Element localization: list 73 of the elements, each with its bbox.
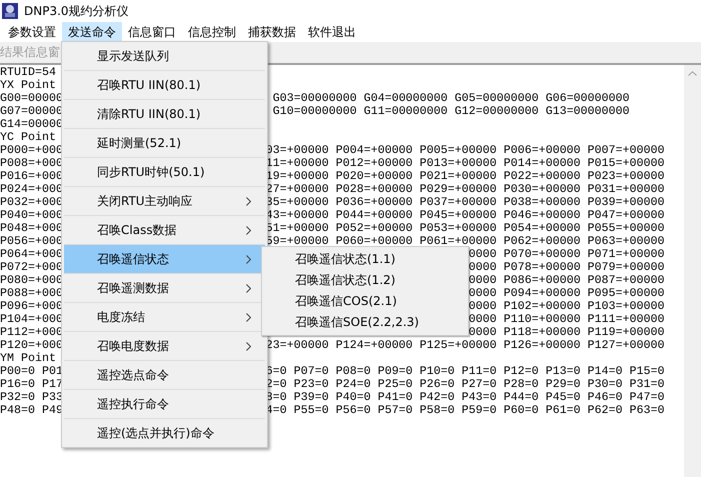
- menu-bar-item[interactable]: 软件退出: [302, 22, 362, 42]
- menu-item[interactable]: 遥控(选点并执行)命令: [64, 419, 265, 447]
- console-text: P16=0 P17: [0, 378, 63, 391]
- console-text: 35=+00000 P036=+00000 P037=+00000 P038=+00000 P039=+00000: [266, 196, 664, 209]
- section-header: YX Point: [0, 78, 56, 92]
- console-text: 51=+00000 P052=+00000 P053=+00000 P054=+00000 P055=+00000: [266, 222, 664, 235]
- menu-item[interactable]: 显示发送队列: [64, 42, 265, 71]
- menu-bar-item[interactable]: 信息窗口: [122, 22, 182, 42]
- console-text: P016=+000: [0, 170, 63, 183]
- section-header: YM Point: [0, 351, 56, 365]
- console-text: 0000 P078=+00000 P079=+00000: [468, 261, 664, 274]
- console-text: P080=+000: [0, 274, 63, 287]
- console-text: P048=+000: [0, 222, 63, 235]
- console-text: 19=+00000 P020=+00000 P021=+00000 P022=+00000 P023=+00000: [266, 170, 664, 183]
- console-text: P040=+000: [0, 209, 63, 222]
- console-text: P032=+000: [0, 196, 63, 209]
- console-text: P064=+000: [0, 248, 63, 261]
- console-text: P112=+000: [0, 326, 63, 339]
- menu-item[interactable]: 遥控执行命令: [64, 390, 265, 419]
- console-text: 0000 P070=+00000 P071=+00000: [468, 248, 664, 261]
- console-text: G00=00000: [0, 92, 63, 105]
- scrollbar[interactable]: [684, 65, 701, 477]
- chevron-icon: [246, 342, 251, 350]
- menu-item[interactable]: 关闭RTU主动响应: [64, 187, 265, 216]
- menu-item[interactable]: 召唤遥信状态(1.1): [262, 249, 468, 270]
- chevron-icon: [246, 254, 251, 264]
- console-text: P000=+000: [0, 144, 63, 157]
- console-text: P088=+000: [0, 287, 63, 300]
- console-text: P008=+000: [0, 157, 63, 170]
- menu-item[interactable]: 延时测量(52.1): [64, 129, 265, 158]
- console-text: 11=+00000 P012=+00000 P013=+00000 P014=+00000 P015=+00000: [266, 157, 664, 170]
- console-line: RTUID=54: [0, 65, 56, 79]
- window-title: DNP3.0规约分析仪: [24, 2, 129, 20]
- menu-item[interactable]: 召唤遥信状态(1.2): [262, 270, 468, 291]
- console-text: 23=+00000 P124=+00000 P125=+00000 P126=+00000 P127=+00000: [266, 339, 664, 352]
- menu-bar-item[interactable]: 参数设置: [2, 22, 62, 42]
- console-text: 0000 P086=+00000 P087=+00000: [468, 274, 664, 287]
- chevron-icon: [246, 312, 251, 322]
- menu-item[interactable]: 同步RTU时钟(50.1): [64, 158, 265, 187]
- app-icon: [2, 3, 18, 19]
- console-text: P00=0 P01: [0, 365, 63, 378]
- console-text: 03=+00000 P004=+00000 P005=+00000 P006=+00000 P007=+00000: [266, 144, 664, 157]
- chevron-icon: [246, 284, 251, 292]
- chevron-icon: [246, 196, 251, 206]
- console-text: G03=00000000 G04=00000000 G05=00000000 G06=00000000: [272, 92, 630, 105]
- menu-bar-item[interactable]: 捕获数据: [242, 22, 302, 42]
- menu-item[interactable]: 召唤RTU IIN(80.1): [64, 71, 265, 100]
- console-text: 43=+00000 P044=+00000 P045=+00000 P046=+00000 P047=+00000: [266, 209, 664, 222]
- console-text: 27=+00000 P028=+00000 P029=+00000 P030=+00000 P031=+00000: [266, 183, 664, 196]
- console-text: P104=+000: [0, 313, 63, 326]
- menu-item[interactable]: 召唤遥信状态: [64, 245, 265, 274]
- console-text: P024=+000: [0, 183, 63, 196]
- menu-item[interactable]: 召唤遥信COS(2.1): [262, 291, 468, 312]
- console-text: P056=+000: [0, 235, 63, 248]
- console-text: 59=+00000 P060=+00000 P061=+00000 P062=+00000 P063=+00000: [266, 235, 664, 248]
- console-text: P072=+000: [0, 261, 63, 274]
- section-header: YC Point: [0, 130, 56, 144]
- chevron-icon: [246, 226, 251, 234]
- menu-item[interactable]: 清除RTU IIN(80.1): [64, 100, 265, 129]
- console-text: 0000 P102=+00000 P103=+00000: [468, 300, 664, 313]
- console-text: P120=+000: [0, 339, 63, 352]
- menu-bar-item[interactable]: 发送命令: [62, 22, 122, 42]
- console-text: G07=00000: [0, 105, 63, 118]
- menu-item[interactable]: 遥控选点命令: [64, 361, 265, 390]
- console-text: G14=00000: [0, 118, 63, 131]
- console-text: P096=+000: [0, 300, 63, 313]
- console-text: 0000 P110=+00000 P111=+00000: [468, 313, 664, 326]
- console-text: 0000 P094=+00000 P095=+00000: [468, 287, 664, 300]
- console-text: 0000 P118=+00000 P119=+00000: [468, 326, 664, 339]
- menu-bar-item[interactable]: 信息控制: [182, 22, 242, 42]
- scroll-up-icon[interactable]: [688, 71, 697, 76]
- console-text: G10=00000000 G11=00000000 G12=00000000 G13=00000000: [272, 105, 630, 118]
- menu-item[interactable]: 召唤遥信SOE(2.2,2.3): [262, 312, 468, 333]
